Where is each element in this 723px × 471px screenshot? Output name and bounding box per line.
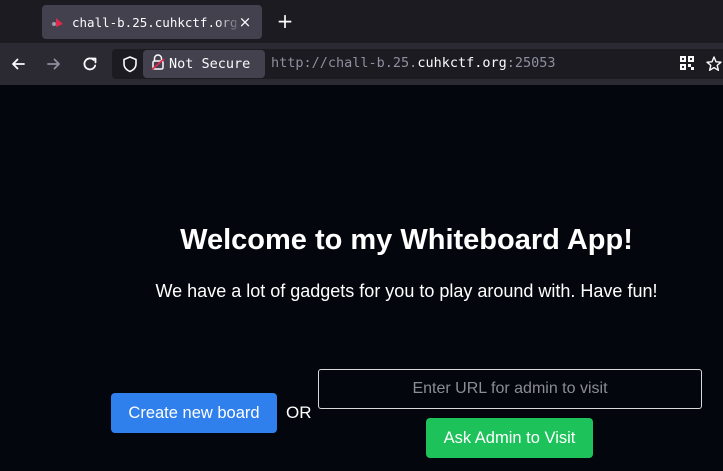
favicon-icon	[50, 14, 66, 30]
tab-title: chall-b.25.cuhkctf.org:25053	[72, 14, 242, 30]
url-subdomain: chall-b.25.	[327, 55, 418, 71]
url-port: :25053	[506, 55, 556, 71]
plus-icon[interactable]: +	[275, 11, 295, 31]
star-icon[interactable]	[705, 55, 723, 73]
security-label: Not Secure	[169, 56, 251, 72]
or-label: OR	[286, 403, 312, 422]
url-text[interactable]: http://chall-b.25.cuhkctf.org:25053	[271, 55, 556, 71]
close-icon[interactable]: ×	[236, 13, 254, 31]
page-subtitle: We have a lot of gadgets for you to play…	[155, 281, 658, 301]
create-board-button[interactable]: Create new board	[111, 393, 277, 433]
back-arrow-icon[interactable]	[6, 52, 30, 76]
forward-arrow-icon[interactable]	[42, 52, 66, 76]
url-domain: cuhkctf.org	[417, 55, 507, 71]
admin-url-input[interactable]	[318, 369, 702, 409]
lock-warning-icon	[151, 53, 169, 75]
tab-bar: chall-b.25.cuhkctf.org:25053 × +	[0, 0, 723, 43]
url-scheme: http://	[271, 55, 328, 71]
reload-icon[interactable]	[78, 52, 102, 76]
ask-admin-button[interactable]: Ask Admin to Visit	[426, 418, 593, 458]
page-content: Welcome to my Whiteboard App! We have a …	[0, 85, 723, 471]
qr-code-icon[interactable]	[679, 55, 697, 73]
security-indicator[interactable]: Not Secure	[143, 50, 265, 78]
browser-tab[interactable]: chall-b.25.cuhkctf.org:25053 ×	[42, 5, 262, 39]
shield-icon[interactable]	[121, 55, 139, 73]
page-title: Welcome to my Whiteboard App!	[180, 224, 633, 256]
